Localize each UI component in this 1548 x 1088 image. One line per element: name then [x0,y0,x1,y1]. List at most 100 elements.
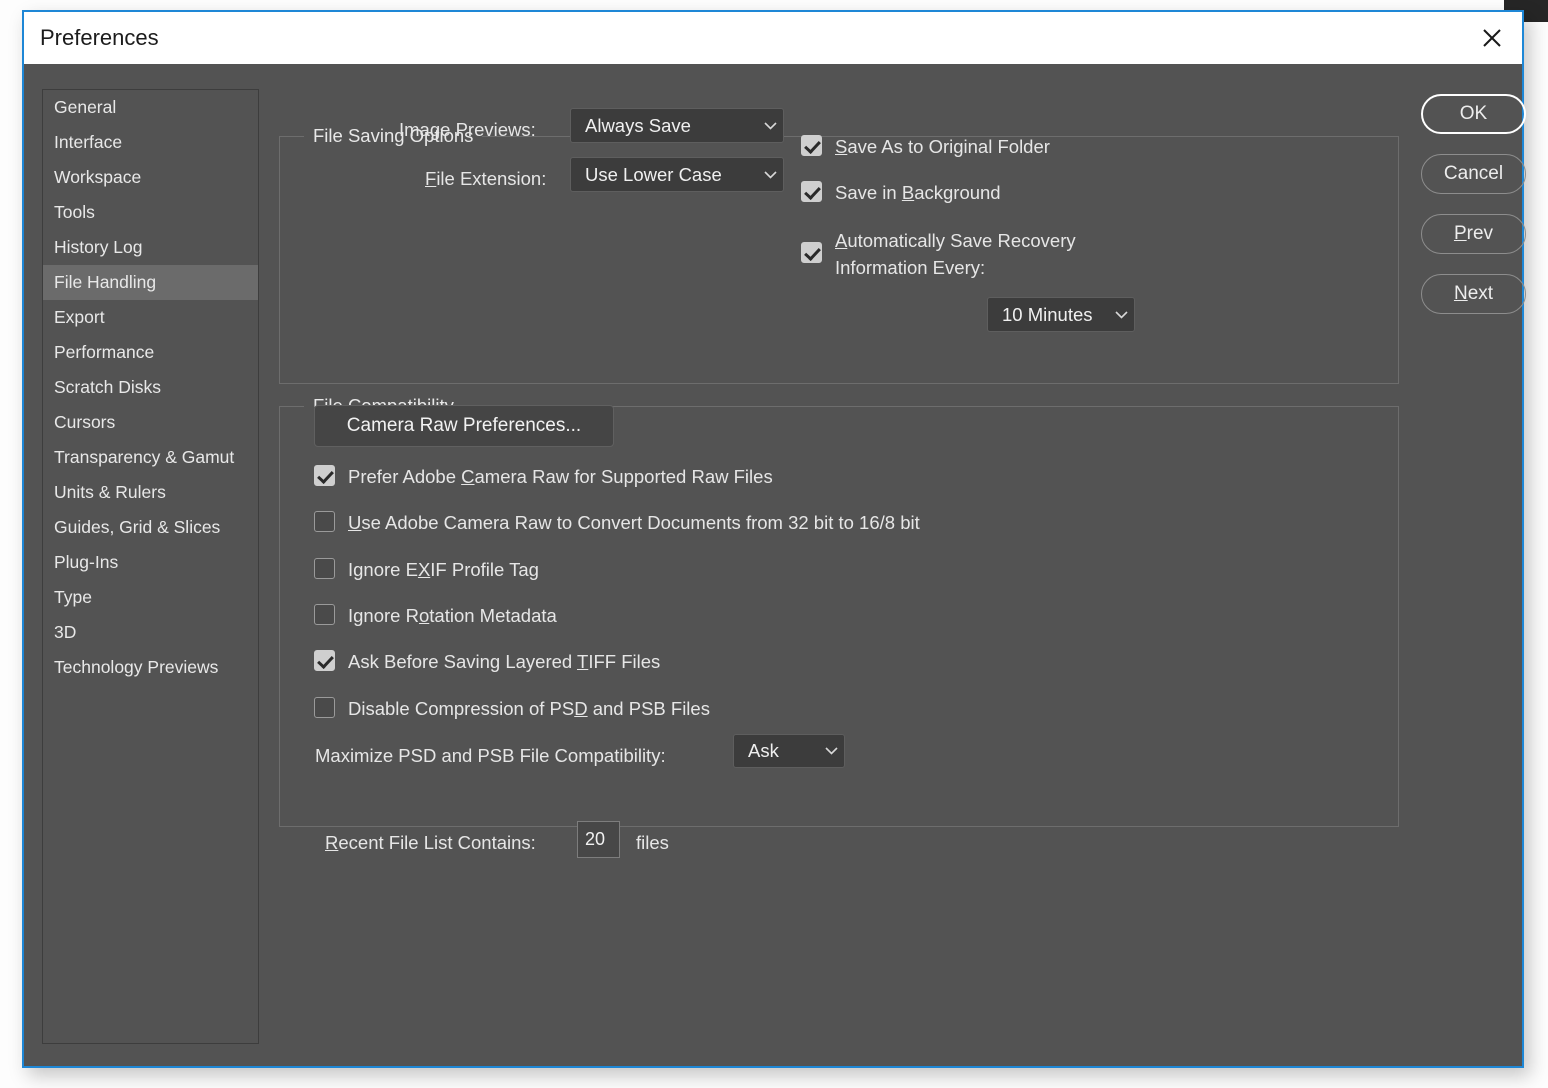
label-mnemonic: X [417,559,431,580]
sidebar-item-cursors[interactable]: Cursors [43,405,258,440]
label-pre: Prefer Adobe [348,466,462,487]
save-as-to-original-folder-checkbox[interactable]: Save As to Original Folder [801,135,1050,158]
next-button[interactable]: Next [1421,274,1526,314]
page-title: Preferences [40,25,159,50]
checkbox-indicator [314,650,335,671]
auto-save-recovery-checkbox[interactable]: Automatically Save Recovery Information E… [801,227,1076,281]
image-previews-label-pre: Ima [399,119,430,140]
save-in-background-label: Save in Background [835,181,1001,204]
checkbox-indicator [314,511,335,532]
recent-file-list-suffix: files [636,832,669,853]
sidebar-item-3d[interactable]: 3D [43,615,258,650]
checkbox-indicator [314,604,335,625]
label-post: se Adobe Camera Raw to Convert Documents… [361,512,920,533]
sidebar-item-workspace[interactable]: Workspace [43,160,258,195]
file-extension-value: Use Lower Case [585,163,722,185]
label-pre: Disable Compression of PS [348,698,575,719]
sidebar-item-guides-grid-slices[interactable]: Guides, Grid & Slices [43,510,258,545]
label-post: ackground [914,182,1001,203]
file-extension-label: File Extension: [425,168,546,190]
checkbox-indicator [801,135,822,156]
sidebar-item-tools[interactable]: Tools [43,195,258,230]
label-mnemonic: U [348,512,362,533]
disable-compression-psd-psb-label: Disable Compression of PSD and PSB Files [348,697,710,720]
sidebar-item-scratch-disks[interactable]: Scratch Disks [43,370,258,405]
sidebar-item-technology-previews[interactable]: Technology Previews [43,650,258,685]
maximize-compatibility-value: Ask [748,740,779,761]
disable-compression-psd-psb-checkbox[interactable]: Disable Compression of PSD and PSB Files [314,697,710,720]
checkbox-indicator [314,465,335,486]
recovery-interval-select[interactable]: 10 Minutes [987,297,1135,332]
checkbox-indicator [314,558,335,579]
sidebar-item-performance[interactable]: Performance [43,335,258,370]
sidebar-item-plug-ins[interactable]: Plug-Ins [43,545,258,580]
label-mnemonic: A [835,230,848,251]
category-sidebar: General Interface Workspace Tools Histor… [42,89,259,1044]
label-post: tation Metadata [429,605,557,626]
prefer-adobe-camera-raw-label: Prefer Adobe Camera Raw for Supported Ra… [348,465,773,488]
prev-button[interactable]: Prev [1421,214,1526,254]
sidebar-item-export[interactable]: Export [43,300,258,335]
chevron-down-icon [757,121,783,130]
ignore-rotation-metadata-label: Ignore Rotation Metadata [348,604,557,627]
chevron-down-icon [757,170,783,179]
camera-raw-preferences-button[interactable]: Camera Raw Preferences... [314,405,614,447]
label-mnemonic: S [835,136,848,157]
label-post: and PSB Files [587,698,710,719]
label-mnemonic: o [418,605,430,626]
image-previews-label-post: e Previews: [440,119,536,140]
cancel-button[interactable]: Cancel [1421,154,1526,194]
label-post: amera Raw for Supported Raw Files [474,466,773,487]
maximize-compatibility-label: Maximize PSD and PSB File Compatibility: [315,745,666,766]
sidebar-item-units-rulers[interactable]: Units & Rulers [43,475,258,510]
save-as-to-original-folder-label: Save As to Original Folder [835,135,1050,158]
close-button[interactable] [1462,12,1522,64]
sidebar-item-history-log[interactable]: History Log [43,230,258,265]
ask-before-saving-layered-tiff-checkbox[interactable]: Ask Before Saving Layered TIFF Files [314,650,660,673]
checkbox-indicator [314,697,335,718]
sidebar-item-transparency-gamut[interactable]: Transparency & Gamut [43,440,258,475]
chevron-down-icon [1108,310,1134,319]
ignore-exif-profile-tag-checkbox[interactable]: Ignore EXIF Profile Tag [314,558,539,581]
ignore-rotation-metadata-checkbox[interactable]: Ignore Rotation Metadata [314,604,557,627]
use-adobe-camera-raw-convert-checkbox[interactable]: Use Adobe Camera Raw to Convert Document… [314,511,920,534]
label-post: ecent File List Contains: [338,832,536,853]
label-post: utomatically Save Recovery [847,230,1076,251]
label-mnemonic: B [901,182,915,203]
label-pre: Save in [835,182,902,203]
label-pre: Ignore E [348,559,418,580]
checkbox-indicator [801,181,822,202]
sidebar-item-file-handling[interactable]: File Handling [43,265,258,300]
recent-file-list-input[interactable]: 20 [577,821,620,858]
sidebar-item-interface[interactable]: Interface [43,125,258,160]
label-mnemonic: P [1453,223,1467,244]
sidebar-item-type[interactable]: Type [43,580,258,615]
image-previews-select[interactable]: Always Save [570,108,784,143]
ok-button[interactable]: OK [1421,94,1526,134]
label-post: ext [1467,283,1494,304]
image-previews-value: Always Save [585,114,691,136]
screen: Preferences General Interface Workspace … [0,0,1548,1088]
label-post: IFF Files [588,651,661,672]
dialog-body: General Interface Workspace Tools Histor… [24,64,1526,1066]
label-mnemonic: N [1453,283,1468,304]
sidebar-item-general[interactable]: General [43,90,258,125]
label-mnemonic: T [577,651,589,672]
label-post: rev [1466,223,1494,244]
image-previews-label: Image Previews: [399,119,536,141]
label-pre: Ignore R [348,605,419,626]
preferences-dialog: Preferences General Interface Workspace … [22,10,1526,1068]
save-in-background-checkbox[interactable]: Save in Background [801,181,1001,204]
label-mnemonic: C [461,466,475,487]
checkbox-indicator [801,242,822,263]
image-previews-label-mnemonic: g [429,119,441,140]
file-extension-label-post: ile Extension: [436,168,547,189]
label-pre: Ask Before Saving Layered [348,651,577,672]
recent-file-list-label: Recent File List Contains: [325,832,536,854]
label-line2: Information Every: [835,257,986,278]
label-post: IF Profile Tag [430,559,539,580]
prefer-adobe-camera-raw-checkbox[interactable]: Prefer Adobe Camera Raw for Supported Ra… [314,465,773,488]
file-extension-select[interactable]: Use Lower Case [570,157,784,192]
auto-save-recovery-label: Automatically Save Recovery Information E… [835,227,1076,281]
maximize-compatibility-select[interactable]: Ask [733,734,845,768]
